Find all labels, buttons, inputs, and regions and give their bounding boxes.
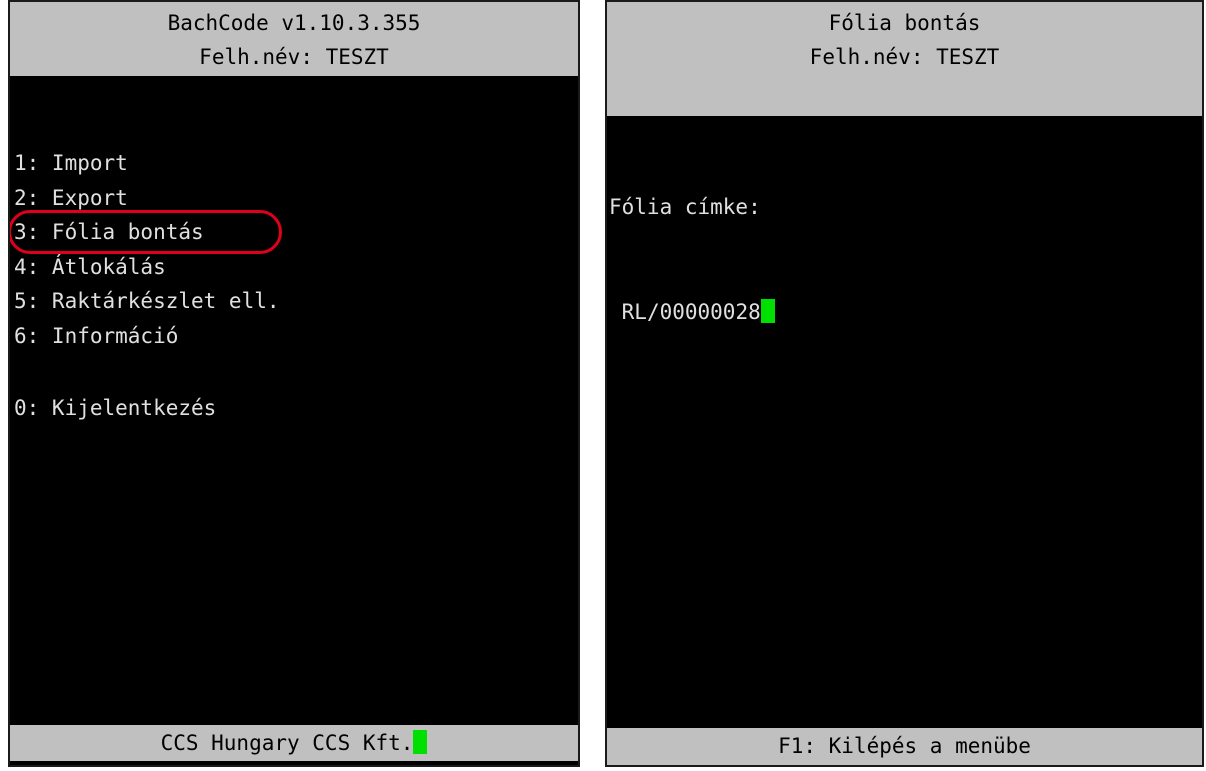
menu-item-informacio[interactable]: 6: Információ: [14, 319, 280, 354]
main-menu-screen: BachCode v1.10.3.355 Felh.név: TESZT 1: …: [8, 0, 580, 767]
user-name: Felh.név: TESZT: [199, 45, 389, 69]
user-name: Felh.név: TESZT: [809, 45, 1000, 69]
app-title: BachCode v1.10.3.355: [167, 11, 421, 35]
menu-item-import[interactable]: 1: Import: [14, 146, 280, 181]
field-label: Fólia címke:: [609, 195, 761, 219]
header-bar: BachCode v1.10.3.355 Felh.név: TESZT: [10, 2, 578, 76]
menu-item-raktarkeszlet[interactable]: 5: Raktárkészlet ell.: [14, 284, 280, 319]
label-input[interactable]: RL/00000028: [609, 295, 775, 330]
main-menu: 1: Import 2: Export 3: Fólia bontás 4: Á…: [14, 146, 280, 426]
status-bar: CCS Hungary CCS Kft.: [10, 725, 578, 761]
text-cursor: [760, 299, 775, 323]
field-value: RL/00000028: [621, 300, 761, 324]
folia-bontas-screen: Fólia bontás Felh.név: TESZT Fólia címke…: [605, 0, 1204, 767]
status-bar: F1: Kilépés a menübe: [607, 728, 1202, 765]
label-input-group: Fólia címke: RL/00000028: [609, 120, 775, 400]
menu-item-logout[interactable]: 0: Kijelentkezés: [14, 391, 280, 426]
exit-hint[interactable]: F1: Kilépés a menübe: [778, 734, 1031, 758]
header-bar: Fólia bontás Felh.név: TESZT: [607, 2, 1202, 116]
text-cursor: [413, 730, 428, 754]
selection-highlight: [10, 210, 282, 254]
screen-title: Fólia bontás: [828, 11, 981, 35]
menu-item-atlokalas[interactable]: 4: Átlokálás: [14, 250, 280, 285]
company-name: CCS Hungary CCS Kft.: [160, 731, 414, 755]
